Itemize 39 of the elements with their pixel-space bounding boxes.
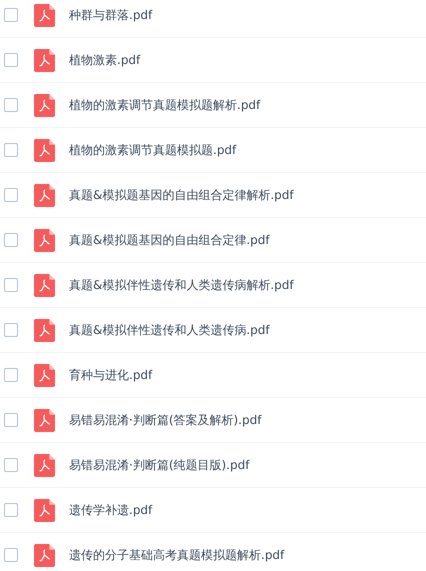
file-name[interactable]: 真题&模拟题基因的自由组合定律解析.pdf (69, 186, 294, 204)
pdf-file-icon (34, 138, 55, 162)
pdf-file-icon (34, 48, 55, 72)
checkbox[interactable] (4, 53, 18, 67)
pdf-file-icon (34, 4, 55, 26)
checkbox[interactable] (4, 503, 18, 517)
checkbox[interactable] (4, 548, 18, 562)
checkbox[interactable] (4, 188, 18, 202)
checkbox[interactable] (4, 458, 18, 472)
file-name[interactable]: 植物激素.pdf (69, 52, 140, 68)
checkbox[interactable] (4, 233, 18, 247)
pdf-file-icon (34, 184, 55, 206)
pdf-file-icon (34, 228, 55, 252)
file-name[interactable]: 易错易混淆·判断篇(答案及解析).pdf (69, 412, 262, 428)
checkbox[interactable] (4, 98, 18, 112)
checkbox[interactable] (4, 8, 18, 22)
checkbox[interactable] (4, 323, 18, 337)
file-name[interactable]: 真题&模拟题基因的自由组合定律.pdf (69, 232, 270, 248)
pdf-file-icon (34, 318, 55, 342)
pdf-file-icon (34, 364, 55, 386)
pdf-file-icon (34, 94, 55, 116)
pdf-file-icon (34, 544, 55, 566)
file-name[interactable]: 种群与群落.pdf (69, 6, 152, 24)
file-name[interactable]: 植物的激素调节真题模拟题解析.pdf (69, 96, 260, 114)
checkbox[interactable] (4, 143, 18, 157)
pdf-file-icon (34, 408, 55, 432)
file-name[interactable]: 育种与进化.pdf (69, 366, 152, 384)
file-name[interactable]: 易错易混淆·判断篇(纯题目版).pdf (69, 456, 250, 474)
file-name[interactable]: 真题&模拟伴性遗传和人类遗传病解析.pdf (69, 276, 294, 294)
pdf-file-icon (34, 454, 55, 476)
file-name[interactable]: 植物的激素调节真题模拟题.pdf (69, 142, 236, 158)
checkbox[interactable] (4, 278, 18, 292)
file-name[interactable]: 真题&模拟伴性遗传和人类遗传病.pdf (69, 322, 270, 338)
file-name[interactable]: 遗传的分子基础高考真题模拟题解析.pdf (69, 546, 284, 564)
checkbox[interactable] (4, 413, 18, 427)
pdf-file-icon (34, 274, 55, 296)
pdf-file-icon (34, 498, 55, 522)
checkbox[interactable] (4, 368, 18, 382)
file-name[interactable]: 遗传学补遗.pdf (69, 502, 152, 518)
